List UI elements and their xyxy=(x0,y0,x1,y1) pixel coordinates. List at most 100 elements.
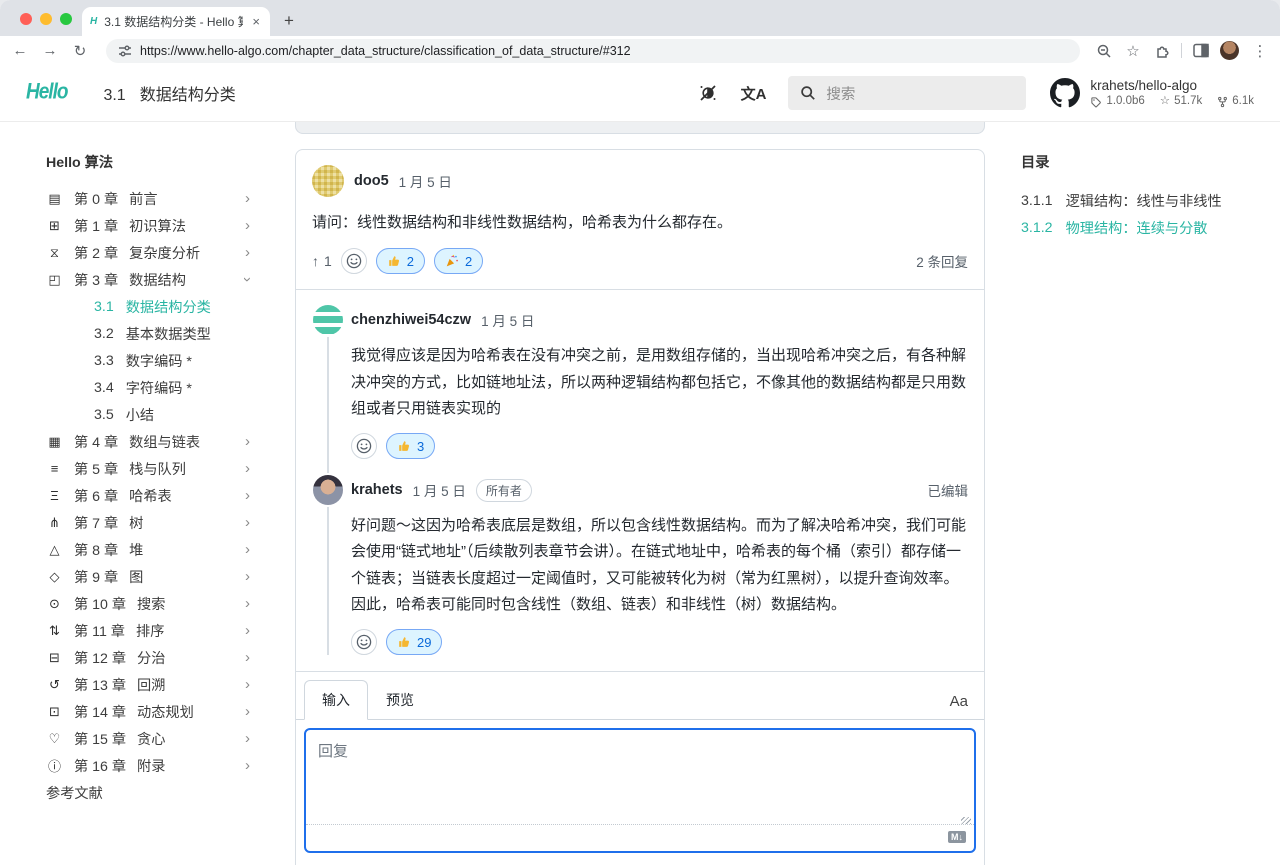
sidebar-item-chapter-8[interactable]: △第 8 章堆› xyxy=(46,536,250,563)
sidebar-item-chapter-2[interactable]: ⧖第 2 章复杂度分析› xyxy=(46,239,250,266)
browser-toolbar: ← → ↻ https://www.hello-algo.com/chapter… xyxy=(0,36,1280,65)
sidebar-item-chapter-0[interactable]: ▤第 0 章前言› xyxy=(46,185,250,212)
reply-body: 我觉得应该是因为哈希表在没有冲突之前，是用数组存储的，当出现哈希冲突之后，有各种… xyxy=(351,335,968,422)
sidebar-item-chapter-11[interactable]: ⇅第 11 章排序› xyxy=(46,617,250,644)
sidebar-item-3-3[interactable]: 3.3数字编码 * xyxy=(46,347,250,374)
forward-button[interactable]: → xyxy=(40,42,60,59)
hello-algo-logo[interactable]: Hello xyxy=(26,80,67,105)
sidebar-item-3-4[interactable]: 3.4字符编码 * xyxy=(46,374,250,401)
sidebar-item-chapter-15[interactable]: ♡第 15 章贪心› xyxy=(46,725,250,752)
comment-author[interactable]: doo5 xyxy=(354,173,389,189)
new-tab-button[interactable]: + xyxy=(284,11,294,31)
reaction-pill-thumbsup[interactable]: 3 xyxy=(386,433,435,459)
browser-tab[interactable]: H 3.1 数据结构分类 - Hello 算法 × xyxy=(82,7,270,36)
page-content: Hello 算法 ▤第 0 章前言› ⊞第 1 章初识算法› ⧖第 2 章复杂度… xyxy=(0,122,1280,864)
tab-write[interactable]: 输入 xyxy=(304,680,368,720)
reply-body: 好问题～这因为哈希表底层是数组，所以包含线性数据结构。而为了解决哈希冲突，我们可… xyxy=(351,505,968,618)
dp-icon: ⊡ xyxy=(46,704,63,720)
add-reaction-button[interactable] xyxy=(351,629,377,655)
search-input[interactable]: 搜索 xyxy=(788,76,1026,110)
close-window-button[interactable] xyxy=(20,13,32,25)
sidebar-item-3-2[interactable]: 3.2基本数据类型 xyxy=(46,320,250,347)
sidebar-item-chapter-6[interactable]: Ξ第 6 章哈希表› xyxy=(46,482,250,509)
sidebar-item-3-1[interactable]: 3.1数据结构分类 xyxy=(46,293,250,320)
side-panel-icon[interactable] xyxy=(1193,43,1209,58)
sidebar-item-chapter-13[interactable]: ↺第 13 章回溯› xyxy=(46,671,250,698)
toc-item-3-1-2[interactable]: 3.1.2物理结构：连续与分散 xyxy=(1021,214,1280,241)
reply-editor: 输入 预览 Aa M↓ 取消 xyxy=(296,671,984,865)
site-settings-icon[interactable] xyxy=(118,44,132,58)
toolbar-right: ☆ ⋮ xyxy=(1096,41,1270,60)
reaction-pill-party[interactable]: 2 xyxy=(434,248,483,274)
theme-toggle-icon[interactable] xyxy=(697,82,719,104)
reply-date[interactable]: 1 月 5 日 xyxy=(481,310,534,330)
search-icon xyxy=(800,85,816,101)
star-icon: ☆ xyxy=(1160,94,1170,109)
reply-textarea[interactable] xyxy=(306,730,974,824)
upvote-count: 1 xyxy=(324,253,332,269)
add-reaction-button[interactable] xyxy=(341,248,367,274)
sidebar-item-chapter-16[interactable]: ⓘ第 16 章附录› xyxy=(46,752,250,779)
reply-rail: chenzhiwei54czw 1 月 5 日 我觉得应该是因为哈希表在没有冲突… xyxy=(327,305,968,655)
sidebar-item-chapter-14[interactable]: ⊡第 14 章动态规划› xyxy=(46,698,250,725)
upvote-button[interactable]: ↑1 xyxy=(312,253,332,269)
comment-thread-card: doo5 1 月 5 日 请问：线性数据结构和非线性数据结构，哈希表为什么都存在… xyxy=(295,149,985,865)
sidebar-item-references[interactable]: 参考文献 xyxy=(46,779,250,806)
back-button[interactable]: ← xyxy=(10,42,30,59)
comments-column: doo5 1 月 5 日 请问：线性数据结构和非线性数据结构，哈希表为什么都存在… xyxy=(295,122,985,864)
browser-window: H 3.1 数据结构分类 - Hello 算法 × + ← → ↻ https:… xyxy=(0,0,1280,865)
grid-icon: ▦ xyxy=(46,434,63,450)
greedy-icon: ♡ xyxy=(46,731,63,747)
sidebar-item-chapter-1[interactable]: ⊞第 1 章初识算法› xyxy=(46,212,250,239)
markdown-icon[interactable]: M↓ xyxy=(948,831,966,843)
textarea-wrap: M↓ xyxy=(296,720,984,861)
profile-avatar[interactable] xyxy=(1220,41,1239,60)
hash-lookup-icon: Ξ xyxy=(46,488,63,503)
add-reaction-button[interactable] xyxy=(351,433,377,459)
avatar[interactable] xyxy=(313,475,343,505)
reaction-pill-thumbsup[interactable]: 2 xyxy=(376,248,425,274)
sidebar-item-chapter-12[interactable]: ⊟第 12 章分治› xyxy=(46,644,250,671)
maximize-window-button[interactable] xyxy=(60,13,72,25)
comment-date[interactable]: 1 月 5 日 xyxy=(399,171,452,191)
chevron-down-icon: › xyxy=(239,277,256,282)
window-controls xyxy=(20,13,72,25)
page-title: 3.1数据结构分类 xyxy=(103,81,235,105)
sidebar-item-chapter-10[interactable]: ⊙第 10 章搜索› xyxy=(46,590,250,617)
editor-tabs: 输入 预览 Aa xyxy=(296,672,984,720)
sidebar-item-chapter-5[interactable]: ≡第 5 章栈与队列› xyxy=(46,455,250,482)
menu-kebab-icon[interactable]: ⋮ xyxy=(1250,42,1270,60)
address-bar[interactable]: https://www.hello-algo.com/chapter_data_… xyxy=(106,39,1080,63)
reload-button[interactable]: ↻ xyxy=(70,42,90,60)
github-repo-link[interactable]: krahets/hello-algo 1.0.0b6 ☆ 51.7k 6.1k xyxy=(1050,77,1254,109)
reply-author[interactable]: chenzhiwei54czw xyxy=(351,312,471,328)
upvote-arrow-icon: ↑ xyxy=(312,253,319,269)
toc-item-3-1-1[interactable]: 3.1.1逻辑结构：线性与非线性 xyxy=(1021,187,1280,214)
reply-author[interactable]: krahets xyxy=(351,482,403,498)
reaction-pill-thumbsup[interactable]: 29 xyxy=(386,629,442,655)
avatar[interactable] xyxy=(312,165,344,197)
minimize-window-button[interactable] xyxy=(40,13,52,25)
sidebar-item-chapter-9[interactable]: ◇第 9 章图› xyxy=(46,563,250,590)
resize-grip[interactable] xyxy=(961,817,971,824)
translate-icon[interactable]: 文A xyxy=(741,83,767,104)
hourglass-icon: ⧖ xyxy=(46,245,63,261)
favicon: H xyxy=(90,16,97,27)
zoom-icon[interactable] xyxy=(1096,43,1112,59)
sidebar-item-chapter-7[interactable]: ⋔第 7 章树› xyxy=(46,509,250,536)
bookmark-star-icon[interactable]: ☆ xyxy=(1123,42,1143,60)
chevron-right-icon: › xyxy=(245,757,250,774)
reaction-count: 29 xyxy=(417,635,431,650)
extensions-icon[interactable] xyxy=(1154,43,1170,59)
text-format-icon[interactable]: Aa xyxy=(950,693,968,719)
chevron-right-icon: › xyxy=(245,460,250,477)
close-tab-icon[interactable]: × xyxy=(250,14,262,29)
sidebar-item-chapter-3[interactable]: ◰第 3 章数据结构› xyxy=(46,266,250,293)
sidebar-item-3-5[interactable]: 3.5小结 xyxy=(46,401,250,428)
sidebar-item-chapter-4[interactable]: ▦第 4 章数组与链表› xyxy=(46,428,250,455)
avatar[interactable] xyxy=(313,305,343,335)
reply-date[interactable]: 1 月 5 日 xyxy=(413,480,466,500)
tab-preview[interactable]: 预览 xyxy=(368,681,432,719)
owner-badge: 所有者 xyxy=(476,479,532,502)
comment-body: 请问：线性数据结构和非线性数据结构，哈希表为什么都存在。 xyxy=(296,197,984,236)
